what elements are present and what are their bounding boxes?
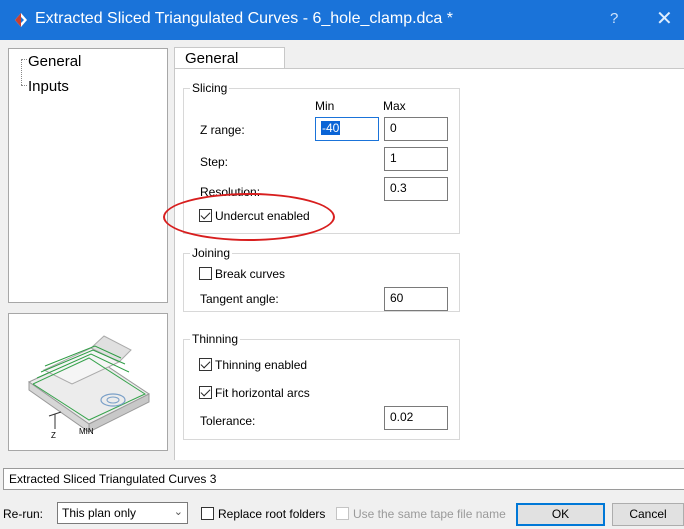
- thinning-legend: Thinning: [192, 332, 239, 346]
- tree-connector: [21, 85, 27, 86]
- min-column-header: Min: [315, 99, 335, 113]
- rerun-select-value: This plan only: [62, 506, 137, 520]
- preview-panel: Z MIN: [8, 313, 168, 451]
- z-max-input[interactable]: 0: [384, 117, 448, 141]
- plan-name-field[interactable]: Extracted Sliced Triangulated Curves 3: [3, 468, 684, 490]
- chevron-down-icon: ⌄: [173, 506, 183, 518]
- joining-legend: Joining: [192, 246, 231, 260]
- rerun-label: Re-run:: [3, 507, 44, 521]
- tolerance-label: Tolerance:: [200, 414, 256, 428]
- preview-image: Z MIN: [28, 335, 150, 440]
- undercut-checkbox[interactable]: [199, 209, 212, 222]
- ok-button[interactable]: OK: [516, 503, 605, 526]
- navigation-tree: General Inputs: [8, 48, 168, 303]
- z-min-input[interactable]: -40: [315, 117, 379, 141]
- rerun-select[interactable]: This plan only ⌄: [57, 502, 188, 524]
- break-curves-label: Break curves: [215, 267, 286, 281]
- tangent-angle-label: Tangent angle:: [200, 292, 279, 306]
- undercut-label: Undercut enabled: [215, 209, 310, 223]
- help-button[interactable]: ?: [610, 10, 618, 27]
- resolution-label: Resolution:: [200, 185, 261, 199]
- same-tape-checkbox[interactable]: [336, 507, 349, 520]
- fit-arcs-label: Fit horizontal arcs: [215, 386, 310, 400]
- general-page: Slicing Min Max Z range: -40 0 Step: 1 R…: [174, 68, 684, 460]
- replace-root-checkbox[interactable]: [201, 507, 214, 520]
- slicing-legend: Slicing: [192, 81, 228, 95]
- app-icon: [15, 13, 27, 27]
- tree-item-general[interactable]: General: [28, 53, 81, 70]
- resolution-input[interactable]: 0.3: [384, 177, 448, 201]
- thinning-enabled-label: Thinning enabled: [215, 358, 308, 372]
- thinning-enabled-checkbox[interactable]: [199, 358, 212, 371]
- title-bar: Extracted Sliced Triangulated Curves - 6…: [0, 0, 684, 40]
- min-label: MIN: [79, 427, 94, 436]
- tree-connector: [21, 59, 27, 60]
- tolerance-input[interactable]: 0.02: [384, 406, 448, 430]
- tab-general-label: General: [185, 50, 239, 67]
- step-input[interactable]: 1: [384, 147, 448, 171]
- z-range-label: Z range:: [200, 123, 245, 137]
- break-curves-checkbox[interactable]: [199, 267, 212, 280]
- step-label: Step:: [200, 155, 229, 169]
- cancel-button[interactable]: Cancel: [612, 503, 684, 526]
- tangent-angle-input[interactable]: 60: [384, 287, 448, 311]
- max-column-header: Max: [383, 99, 406, 113]
- tree-item-inputs[interactable]: Inputs: [28, 78, 69, 95]
- axis-z-label: Z: [51, 431, 56, 440]
- same-tape-label: Use the same tape file name: [353, 507, 506, 521]
- fit-arcs-checkbox[interactable]: [199, 386, 212, 399]
- tree-connector: [21, 59, 22, 85]
- z-min-value: -40: [321, 121, 341, 135]
- replace-root-label: Replace root folders: [218, 507, 326, 521]
- tab-general[interactable]: General: [174, 47, 285, 69]
- window-title: Extracted Sliced Triangulated Curves - 6…: [35, 10, 453, 27]
- close-button[interactable]: ✕: [656, 6, 673, 31]
